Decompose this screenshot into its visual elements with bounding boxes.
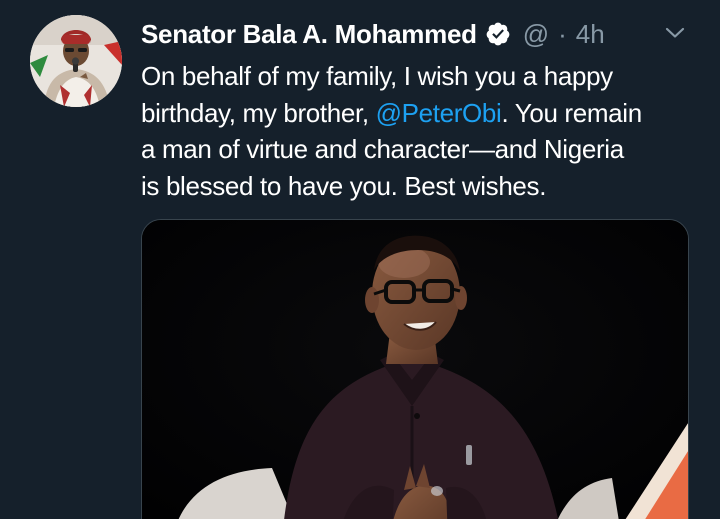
- tweet-media[interactable]: [141, 219, 689, 519]
- tweet-text: On behalf of my family, I wish you a hap…: [141, 58, 701, 204]
- verified-badge-icon: [485, 21, 511, 47]
- tweet-text-line: On behalf of my family, I wish you a hap…: [141, 61, 613, 91]
- avatar[interactable]: [30, 15, 122, 107]
- tweet[interactable]: Senator Bala A. Mohammed @ · 4h On behal…: [0, 0, 720, 519]
- chevron-down-icon[interactable]: [663, 21, 687, 45]
- author-handle[interactable]: @: [523, 19, 549, 50]
- author-name[interactable]: Senator Bala A. Mohammed: [141, 19, 477, 50]
- tweet-text-fragment: birthday, my brother,: [141, 97, 376, 128]
- tweet-text-line: is blessed to have you. Best wishes.: [141, 170, 547, 201]
- tweet-text-fragment: . You remain: [501, 97, 642, 128]
- tweet-text-line: a man of virtue and character—and Nigeri…: [141, 134, 624, 164]
- timestamp[interactable]: 4h: [576, 19, 605, 50]
- photo-man-speaking: [142, 220, 688, 519]
- separator-dot: ·: [558, 18, 567, 49]
- tweet-header: Senator Bala A. Mohammed @ · 4h: [141, 14, 701, 54]
- mention-link[interactable]: @PeterObi: [376, 98, 502, 128]
- avatar-photo: [30, 15, 122, 107]
- tweet-text-line: birthday, my brother, @PeterObi. You rem…: [141, 95, 701, 132]
